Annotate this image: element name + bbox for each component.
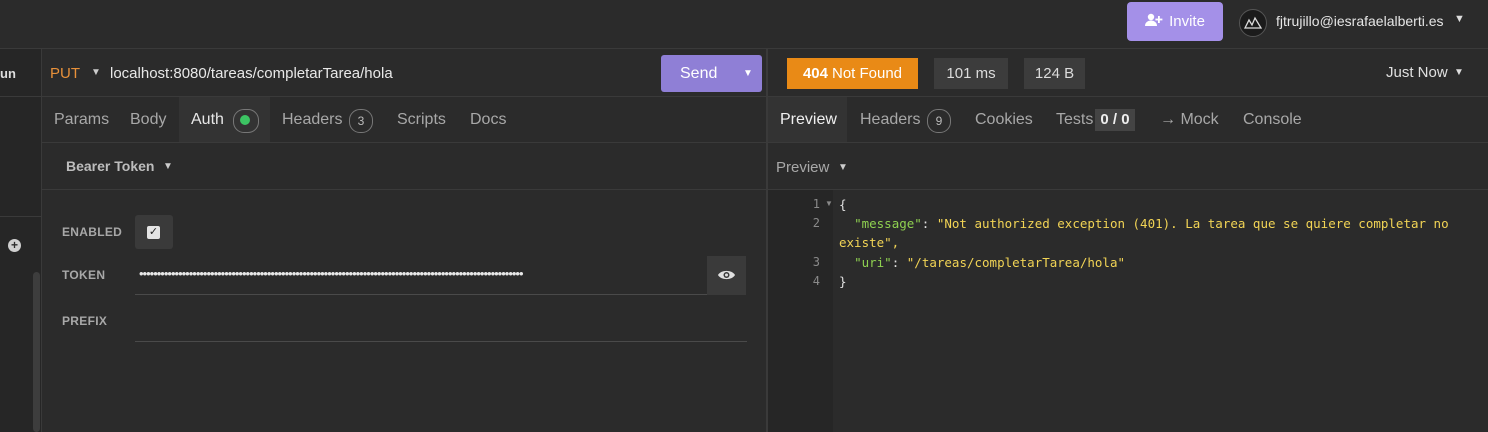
response-headers-count-badge: 9: [927, 109, 951, 133]
tab-mock[interactable]: → Mock: [1160, 111, 1219, 129]
check-icon[interactable]: ✓: [147, 226, 160, 239]
headers-count-badge: 3: [349, 109, 373, 133]
json-key: "uri": [854, 255, 892, 270]
json-value: "Not authorized exception (401). La tare…: [936, 216, 1449, 231]
history-selector[interactable]: Just Now: [1386, 64, 1448, 81]
divider: [0, 216, 41, 217]
user-email[interactable]: fjtrujillo@iesrafaelalberti.es: [1276, 13, 1444, 29]
line-number: 3: [812, 255, 820, 269]
json-value: "/tareas/completarTarea/hola": [906, 255, 1126, 270]
auth-type-selector[interactable]: Bearer Token: [66, 158, 154, 174]
chevron-down-icon[interactable]: ▼: [163, 161, 173, 172]
tab-headers[interactable]: Headers: [282, 111, 342, 129]
code-line: {: [839, 197, 847, 212]
code-line: "uri": "/tareas/completarTarea/hola": [854, 255, 1126, 270]
show-token-button[interactable]: [707, 256, 746, 295]
status-text: Not Found: [831, 65, 903, 82]
json-key: "message": [854, 216, 922, 231]
divider: [0, 96, 41, 97]
invite-button[interactable]: Invite: [1127, 2, 1223, 41]
tab-response-headers[interactable]: Headers: [860, 111, 920, 129]
invite-label: Invite: [1169, 13, 1205, 30]
status-badge: 404 Not Found: [787, 58, 918, 89]
token-label: TOKEN: [62, 268, 106, 282]
send-label[interactable]: Send: [680, 65, 717, 83]
eye-icon: [718, 270, 735, 280]
response-time: 101 ms: [934, 58, 1008, 89]
method-selector[interactable]: PUT: [50, 65, 80, 82]
code-line-wrap: existe",: [839, 235, 900, 250]
tab-body[interactable]: Body: [130, 111, 166, 129]
status-code: 404: [802, 65, 828, 82]
code-line: "message": "Not authorized exception (40…: [854, 216, 1449, 231]
chevron-down-icon[interactable]: ▼: [1454, 67, 1464, 78]
tab-tests[interactable]: Tests: [1056, 111, 1093, 129]
line-number: 4: [812, 274, 820, 288]
line-number: 2: [812, 216, 820, 230]
chevron-down-icon[interactable]: ▼: [1454, 13, 1465, 25]
chevron-down-icon[interactable]: ▼: [743, 68, 753, 79]
code-line: }: [839, 274, 847, 289]
line-number: 1: [812, 197, 820, 211]
prefix-input[interactable]: [135, 302, 747, 342]
tab-params[interactable]: Params: [54, 111, 109, 129]
sidebar-run-label[interactable]: un: [0, 66, 16, 81]
tab-docs[interactable]: Docs: [470, 111, 506, 129]
tab-auth[interactable]: Auth: [191, 111, 224, 129]
tab-scripts[interactable]: Scripts: [397, 111, 446, 129]
tab-console[interactable]: Console: [1243, 111, 1302, 129]
divider: [768, 189, 1488, 190]
enabled-label: ENABLED: [62, 225, 123, 239]
status-dot-icon: [240, 115, 250, 125]
preview-mode-selector[interactable]: Preview: [776, 159, 829, 176]
add-user-icon: [1145, 13, 1163, 31]
tab-preview[interactable]: Preview: [780, 111, 837, 129]
url-input[interactable]: localhost:8080/tareas/completarTarea/hol…: [110, 65, 393, 82]
plus-icon[interactable]: +: [8, 239, 21, 252]
avatar[interactable]: [1239, 9, 1267, 37]
avatar-logo-icon: [1244, 16, 1262, 29]
tests-count-badge: 0 / 0: [1095, 109, 1135, 131]
fold-icon[interactable]: ▼: [825, 199, 833, 208]
scrollbar[interactable]: [33, 272, 40, 432]
response-size: 124 B: [1024, 58, 1085, 89]
chevron-down-icon[interactable]: ▼: [838, 162, 848, 173]
tab-cookies[interactable]: Cookies: [975, 111, 1033, 129]
chevron-down-icon[interactable]: ▼: [91, 67, 101, 78]
token-value[interactable]: ••••••••••••••••••••••••••••••••••••••••…: [139, 266, 706, 281]
prefix-label: PREFIX: [62, 314, 108, 328]
